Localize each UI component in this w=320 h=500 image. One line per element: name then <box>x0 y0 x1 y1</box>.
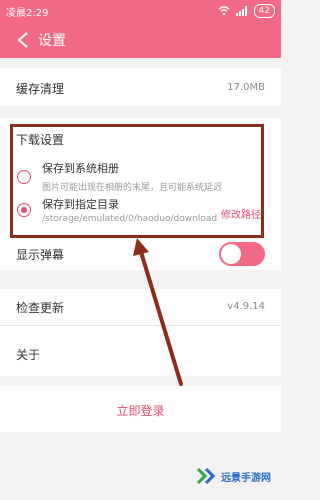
watermark-logo-icon <box>197 468 216 484</box>
watermark: 远景手游网 <box>197 468 271 484</box>
watermark-text: 远景手游网 <box>221 472 271 484</box>
annotation-arrow <box>133 238 183 386</box>
